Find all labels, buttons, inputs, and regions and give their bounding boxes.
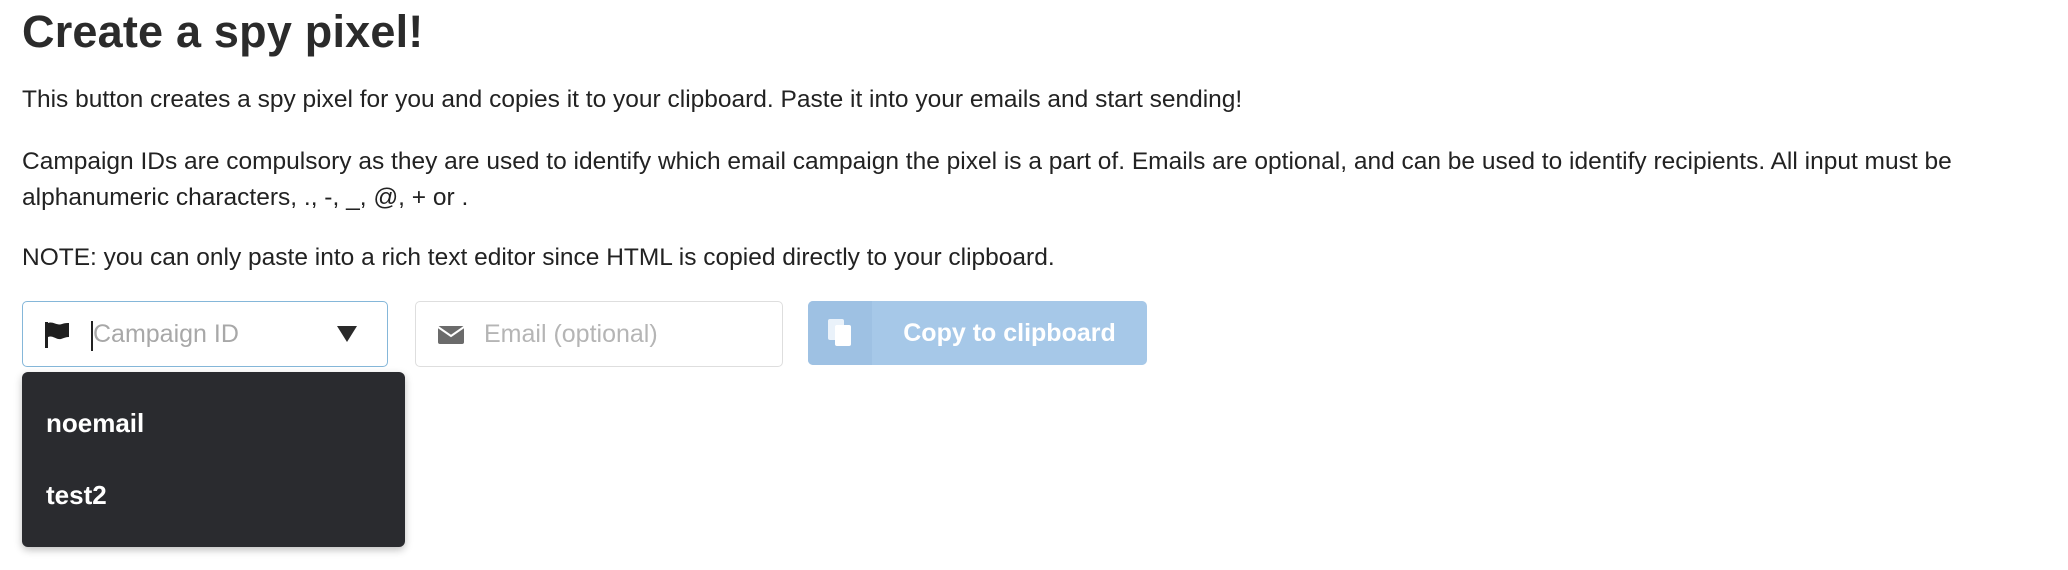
campaign-id-input[interactable] bbox=[93, 302, 323, 366]
page-title: Create a spy pixel! bbox=[22, 6, 424, 57]
email-field[interactable] bbox=[415, 301, 783, 367]
note-text: NOTE: you can only paste into a rich tex… bbox=[22, 244, 1055, 271]
campaign-id-dropdown[interactable] bbox=[22, 301, 388, 367]
menu-item-noemail[interactable]: noemail bbox=[46, 408, 144, 439]
email-input[interactable] bbox=[484, 302, 769, 366]
copy-icon bbox=[828, 319, 851, 346]
page: Create a spy pixel! This button creates … bbox=[22, 0, 2052, 547]
copy-icon-box bbox=[808, 301, 872, 365]
flag-icon bbox=[45, 322, 69, 348]
intro-text: This button creates a spy pixel for you … bbox=[22, 86, 1243, 113]
envelope-icon bbox=[438, 326, 464, 344]
copy-button-label: Copy to clipboard bbox=[903, 319, 1116, 347]
campaign-options-menu: noemail test2 bbox=[22, 372, 405, 547]
campaign-info-text: Campaign IDs are compulsory as they are … bbox=[22, 148, 1952, 211]
menu-item-test2[interactable]: test2 bbox=[46, 480, 107, 511]
copy-to-clipboard-button[interactable]: Copy to clipboard bbox=[808, 301, 1147, 365]
triangle-down-icon[interactable] bbox=[337, 326, 357, 342]
